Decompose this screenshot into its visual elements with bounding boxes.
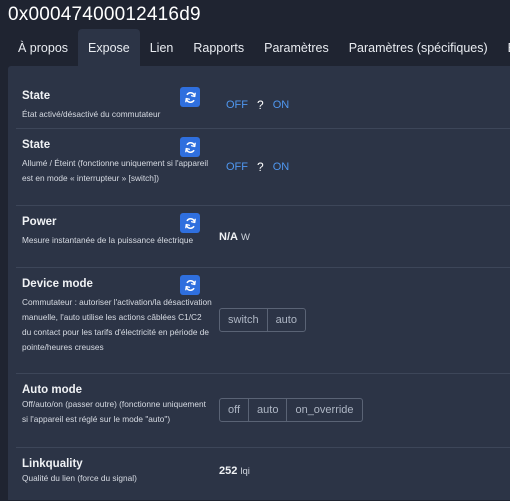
tab-parametres[interactable]: Paramètres bbox=[254, 29, 339, 66]
tab-bar: À propos Expose Lien Rapports Paramètres… bbox=[0, 29, 510, 66]
on-button[interactable]: ON bbox=[273, 161, 290, 173]
feature-description: Off/auto/on (passer outre) (fonctionne u… bbox=[22, 399, 206, 424]
feature-row-state-switch: State Allumé / Éteint (fonctionne unique… bbox=[16, 128, 510, 206]
feature-description: Mesure instantanée de la puissance élect… bbox=[22, 235, 194, 245]
refresh-button[interactable] bbox=[180, 87, 200, 107]
tab-a-propos[interactable]: À propos bbox=[0, 29, 78, 66]
feature-row-device-mode: Device mode Commutateur : autoriser l'ac… bbox=[16, 267, 510, 374]
auto-mode-on-override-button[interactable]: on_override bbox=[287, 399, 361, 421]
refresh-button[interactable] bbox=[180, 137, 200, 157]
tab-expose[interactable]: Expose bbox=[78, 29, 140, 66]
device-title: 0x00047400012416d9 bbox=[8, 4, 201, 25]
refresh-button[interactable] bbox=[180, 213, 200, 233]
feature-row-auto-mode: Auto mode Off/auto/on (passer outre) (fo… bbox=[16, 373, 510, 448]
linkquality-reading: 252 bbox=[219, 465, 238, 477]
feature-description: État activé/désactivé du commutateur bbox=[22, 109, 161, 119]
state-toggle: OFF ? ON bbox=[226, 98, 289, 112]
on-button[interactable]: ON bbox=[273, 99, 290, 111]
device-mode-auto-button[interactable]: auto bbox=[268, 309, 305, 331]
tab-rapports[interactable]: Rapports bbox=[183, 29, 254, 66]
linkquality-value: 252 lqi bbox=[219, 465, 250, 477]
refresh-icon bbox=[184, 217, 196, 229]
feature-row-power: Power Mesure instantanée de la puissance… bbox=[16, 205, 510, 268]
feature-row-linkquality: Linkquality Qualité du lien (force du si… bbox=[16, 447, 510, 501]
device-mode-selector: switch auto bbox=[219, 308, 306, 332]
auto-mode-selector: off auto on_override bbox=[219, 398, 363, 422]
auto-mode-auto-button[interactable]: auto bbox=[249, 399, 288, 421]
tab-etat[interactable]: État bbox=[498, 29, 510, 66]
off-button[interactable]: OFF bbox=[226, 99, 248, 111]
linkquality-unit: lqi bbox=[240, 466, 250, 477]
feature-name: Auto mode bbox=[22, 384, 83, 396]
auto-mode-off-button[interactable]: off bbox=[220, 399, 250, 421]
feature-row-state: State État activé/désactivé du commutate… bbox=[16, 66, 510, 128]
tab-lien[interactable]: Lien bbox=[140, 29, 184, 66]
refresh-icon bbox=[184, 91, 196, 103]
device-mode-switch-button[interactable]: switch bbox=[220, 309, 268, 331]
power-value: N/A W bbox=[219, 231, 250, 243]
feature-description: Qualité du lien (force du signal) bbox=[22, 473, 137, 483]
power-unit: W bbox=[240, 232, 250, 243]
expose-panel: State État activé/désactivé du commutate… bbox=[8, 66, 510, 500]
refresh-icon bbox=[184, 279, 196, 291]
off-button[interactable]: OFF bbox=[226, 161, 248, 173]
feature-description: Allumé / Éteint (fonctionne uniquement s… bbox=[22, 158, 209, 183]
unknown-state-indicator: ? bbox=[257, 98, 264, 112]
refresh-button[interactable] bbox=[180, 275, 200, 295]
power-reading: N/A bbox=[219, 231, 238, 243]
feature-name: Linkquality bbox=[22, 458, 83, 470]
state-toggle: OFF ? ON bbox=[226, 160, 289, 174]
feature-description: Commutateur : autoriser l'activation/la … bbox=[22, 297, 212, 352]
refresh-icon bbox=[184, 141, 196, 153]
tab-parametres-specifiques[interactable]: Paramètres (spécifiques) bbox=[339, 29, 498, 66]
unknown-state-indicator: ? bbox=[257, 160, 264, 174]
